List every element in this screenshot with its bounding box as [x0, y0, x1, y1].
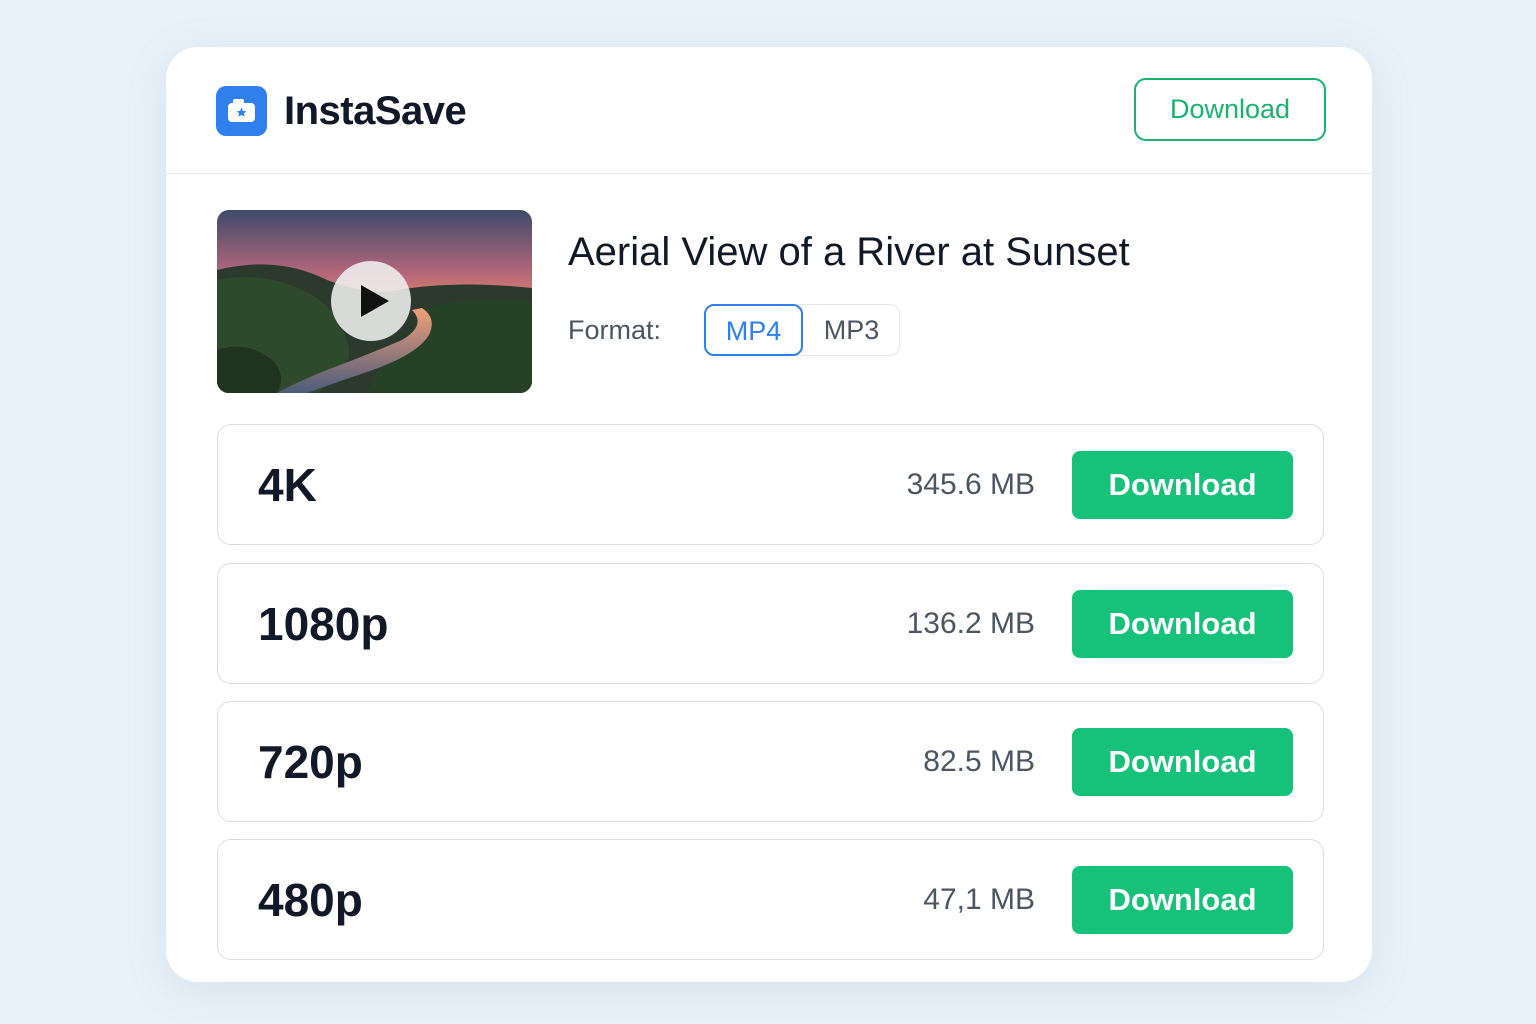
play-icon[interactable]	[331, 261, 411, 341]
quality-row-4k: 4K 345.6 MB Download	[217, 424, 1324, 545]
header-download-button[interactable]: Download	[1134, 78, 1326, 141]
download-720p-button[interactable]: Download	[1072, 728, 1293, 796]
quality-resolution: 1080p	[258, 598, 389, 650]
download-4k-button[interactable]: Download	[1072, 451, 1293, 519]
video-thumbnail[interactable]	[217, 210, 532, 393]
quality-row-720p: 720p 82.5 MB Download	[217, 701, 1324, 822]
file-size: 345.6 MB	[906, 468, 1035, 501]
download-480p-button[interactable]: Download	[1072, 866, 1293, 934]
app-header: InstaSave Download	[166, 47, 1372, 174]
app-brand: InstaSave	[284, 89, 467, 133]
file-size: 136.2 MB	[906, 607, 1035, 640]
format-option-mp3[interactable]: MP3	[803, 304, 900, 356]
camera-icon	[216, 86, 267, 136]
format-option-mp4[interactable]: MP4	[704, 304, 803, 356]
quality-resolution: 720p	[258, 736, 363, 788]
downloader-card: InstaSave Download Aerial View of a Rive…	[166, 47, 1372, 982]
quality-resolution: 480p	[258, 874, 363, 926]
format-toggle: MP4 MP3	[704, 304, 900, 356]
video-title: Aerial View of a River at Sunset	[568, 230, 1130, 274]
format-label: Format:	[568, 315, 662, 345]
quality-row-1080p: 1080p 136.2 MB Download	[217, 563, 1324, 684]
file-size: 47,1 MB	[923, 883, 1035, 916]
quality-row-480p: 480p 47,1 MB Download	[217, 839, 1324, 960]
file-size: 82.5 MB	[923, 745, 1035, 778]
quality-resolution: 4K	[258, 459, 317, 511]
download-1080p-button[interactable]: Download	[1072, 590, 1293, 658]
